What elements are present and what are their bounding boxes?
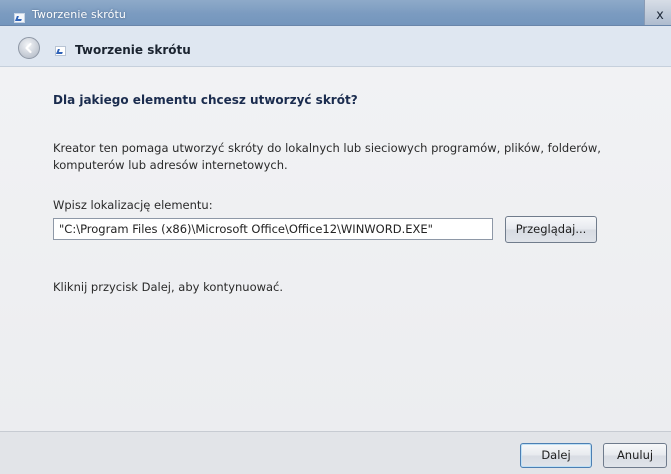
location-label: Wpisz lokalizację elementu: bbox=[53, 198, 213, 212]
wizard-title: Tworzenie skrótu bbox=[75, 43, 191, 57]
continue-hint: Kliknij przycisk Dalej, aby kontynuować. bbox=[53, 280, 284, 294]
page-heading: Dla jakiego elementu chcesz utworzyć skr… bbox=[53, 93, 358, 107]
next-button[interactable]: Dalej bbox=[520, 443, 592, 468]
wizard-header: Tworzenie skrótu bbox=[0, 26, 671, 67]
browse-button[interactable]: Przeglądaj... bbox=[505, 216, 597, 243]
shortcut-icon bbox=[14, 13, 25, 23]
shortcut-wizard-window: Tworzenie skrótu x Tworzenie skrótu Dla … bbox=[0, 0, 671, 474]
window-title: Tworzenie skrótu bbox=[32, 8, 126, 21]
close-icon[interactable]: x bbox=[644, 0, 671, 25]
description-text: Kreator ten pomaga utworzyć skróty do lo… bbox=[53, 141, 601, 172]
title-bar: Tworzenie skrótu x bbox=[0, 0, 671, 26]
shortcut-icon bbox=[55, 46, 66, 56]
location-input[interactable] bbox=[53, 218, 493, 240]
back-button[interactable] bbox=[18, 37, 40, 59]
cancel-button[interactable]: Anuluj bbox=[603, 443, 667, 468]
wizard-footer: Dalej Anuluj bbox=[0, 431, 671, 474]
back-arrow-icon bbox=[25, 42, 32, 54]
wizard-content: Dla jakiego elementu chcesz utworzyć skr… bbox=[0, 67, 671, 431]
